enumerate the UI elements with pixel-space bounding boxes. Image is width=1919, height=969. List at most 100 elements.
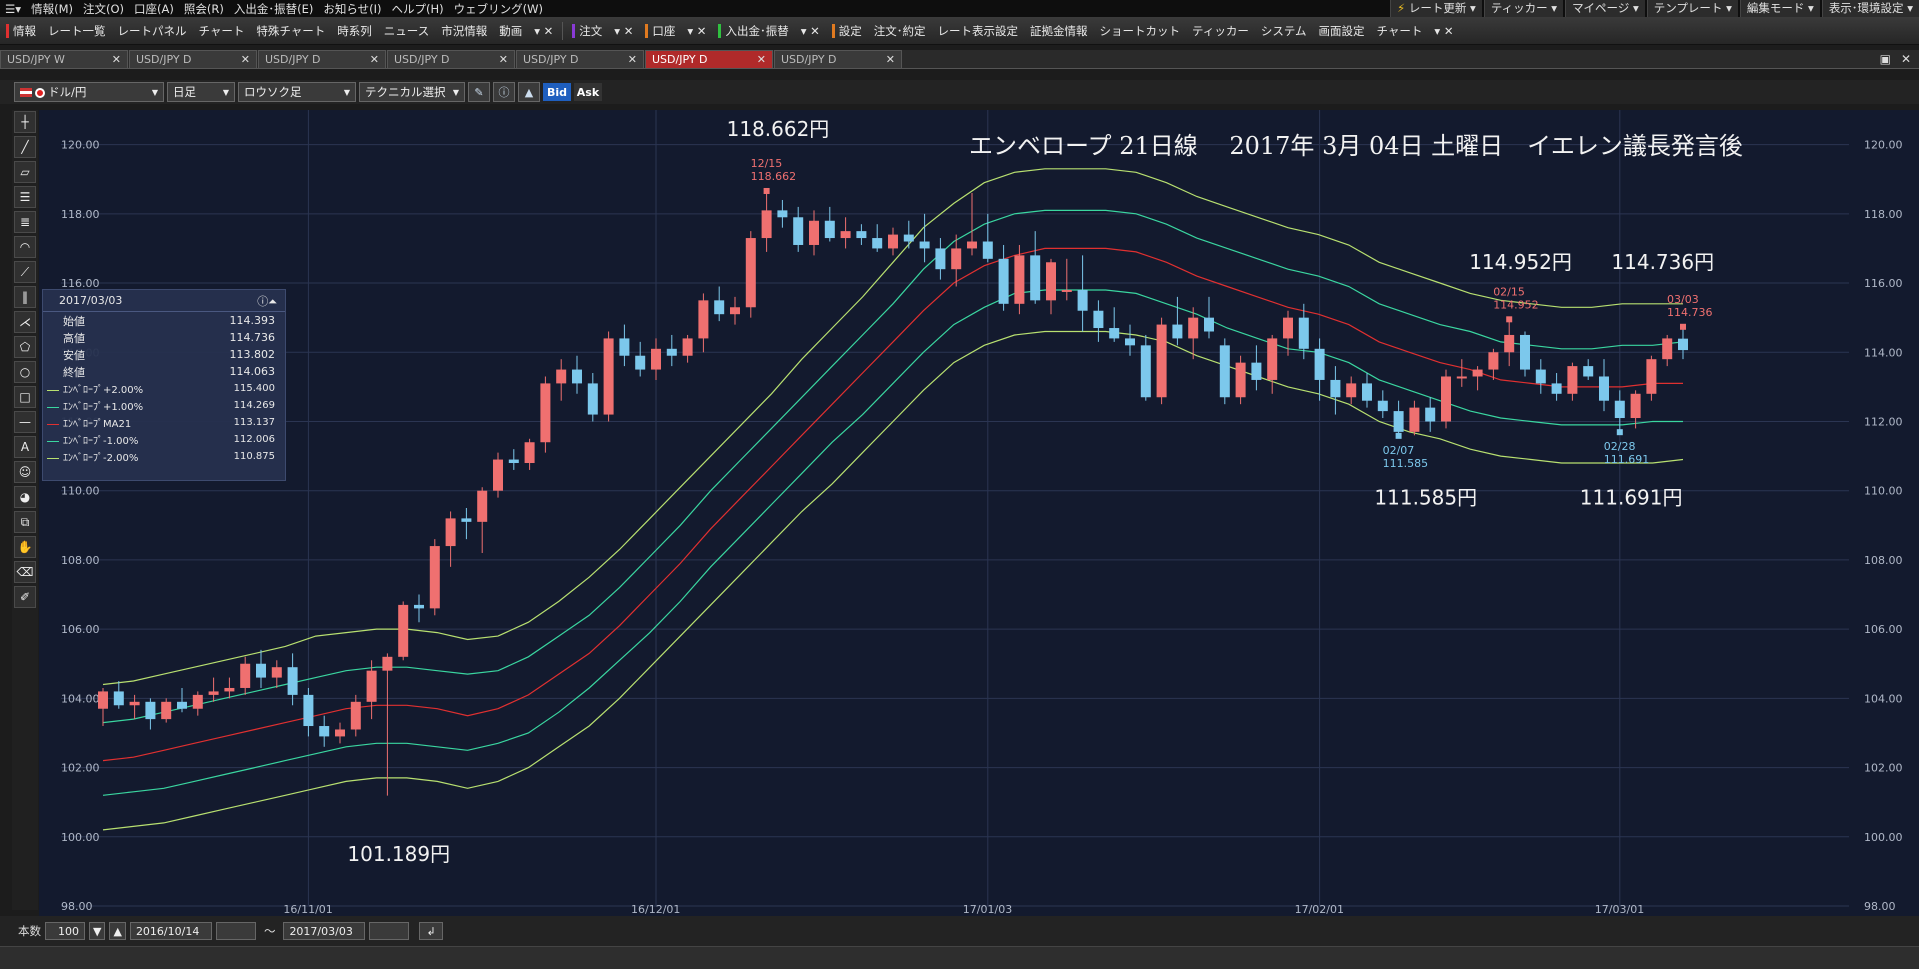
copy-icon[interactable]: ⧉ [14,511,36,533]
toolbar-special-chart[interactable]: 特殊チャート [250,23,331,39]
menu-icon[interactable]: ☰▾ [0,2,26,16]
toolbar-deposit-button[interactable]: 入出金･振替 [712,23,794,39]
toolbar-more-icon[interactable]: ▾ ✕ [681,24,712,38]
ask-button[interactable]: Ask [574,83,602,101]
to-date-input[interactable]: 2017/03/03 [283,922,366,940]
tab-chart-4[interactable]: USD/JPY D ✕ [516,50,644,68]
maximize-icon[interactable]: ▣ [1880,52,1891,66]
toolbar-timeseries[interactable]: 時系列 [331,23,378,39]
tab-chart-6[interactable]: USD/JPY D ✕ [774,50,902,68]
paint-icon[interactable]: ◕ [14,486,36,508]
technical-select[interactable]: テクニカル選択 ▼ [359,82,465,102]
emoji-icon[interactable]: ☺ [14,461,36,483]
edit-mode-button[interactable]: 編集モード ▾ [1739,0,1820,17]
fan-icon[interactable]: ⟋ [14,261,36,283]
hand-icon[interactable]: ✋ [14,536,36,558]
toolbar-account-button[interactable]: 口座 [639,23,681,39]
ticker-button[interactable]: ティッカー ▾ [1483,0,1564,17]
candlestick-chart[interactable]: 98.00 98.00 100.00 100.00 102.00 102.00 104.00… [39,110,1919,916]
toolbar-order-execution[interactable]: 注文･約定 [868,23,932,39]
toolbar-system[interactable]: システム [1255,23,1313,39]
toolbar-market[interactable]: 市況情報 [435,23,493,39]
tab-chart-3[interactable]: USD/JPY D ✕ [387,50,515,68]
to-time-input[interactable] [369,922,410,940]
area-chart-icon[interactable]: ▲ [518,82,540,102]
tab-close-icon[interactable]: ✕ [628,53,637,66]
menu-item-order[interactable]: 注文(O) [78,1,129,17]
count-input[interactable]: 100 [45,922,85,940]
eraser-all-icon[interactable]: ✐ [14,586,36,608]
toolbar-settings-button[interactable]: 設定 [826,23,868,39]
toolbar-margin-info[interactable]: 証拠金情報 [1024,23,1094,39]
toolbar-shortcut[interactable]: ショートカット [1094,23,1187,39]
toolbar-more-icon[interactable]: ▾ ✕ [1428,24,1459,38]
timeframe-select[interactable]: 日足 ▼ [167,82,235,102]
chart-type-select[interactable]: ロウソク足 ▼ [238,82,356,102]
toolbar-more-icon[interactable]: ▾ ✕ [608,24,639,38]
currency-pair-select[interactable]: ドル/円 ▼ [14,82,164,102]
arc-icon[interactable]: ◠ [14,236,36,258]
circle-icon[interactable]: ○ [14,361,36,383]
tab-chart-5[interactable]: USD/JPY D ✕ [645,50,773,68]
eraser-icon[interactable]: ⌫ [14,561,36,583]
tab-close-icon[interactable]: ✕ [370,53,379,66]
chart-area[interactable]: 98.00 98.00 100.00 100.00 102.00 102.00 104.00… [39,110,1919,916]
ohlc-info-box[interactable]: 2017/03/03 ⓘ⏶ 始値 114.393 高値 114.736 安値 113.80… [42,289,286,481]
candle-body [1219,345,1230,398]
crosshair-icon[interactable]: ┼ [14,111,36,133]
vertical-lines-icon[interactable]: ‖ [14,286,36,308]
rate-update-button[interactable]: ⚡ レート更新 ▾ [1390,0,1482,17]
toolbar-more-icon[interactable]: ▾ ✕ [795,24,826,38]
text-icon[interactable]: A [14,436,36,458]
menu-item-deposit[interactable]: 入出金･振替(E) [229,1,319,17]
tab-close-icon[interactable]: ✕ [499,53,508,66]
toolbar-info[interactable]: 情報 [0,23,42,39]
info-icon[interactable]: ⓘ [493,82,515,102]
toolbar-screen-settings[interactable]: 画面設定 [1313,23,1371,39]
toolbar-more-icon[interactable]: ▾ ✕ [528,24,559,38]
tab-close-icon[interactable]: ✕ [757,53,766,66]
y-tick-label-right: 100.00 [1864,831,1903,844]
menu-item-account[interactable]: 口座(A) [129,1,179,17]
template-button[interactable]: テンプレート ▾ [1646,0,1738,17]
tab-close-icon[interactable]: ✕ [886,53,895,66]
from-time-input[interactable] [215,922,256,940]
tab-close-icon[interactable]: ✕ [241,53,250,66]
toolbar-rate-display[interactable]: レート表示設定 [932,23,1025,39]
tab-chart-0[interactable]: USD/JPY W ✕ [0,50,128,68]
menu-item-help[interactable]: ヘルプ(H) [386,1,448,17]
hline-icon[interactable]: — [14,411,36,433]
toolbar-chart-settings[interactable]: チャート [1371,23,1429,39]
rectangle-icon[interactable]: □ [14,386,36,408]
fibonacci-icon[interactable]: ≣ [14,211,36,233]
pen-icon[interactable]: ✎ [468,82,490,102]
info-icon[interactable]: ⓘ⏶ [257,293,277,309]
toolbar-news[interactable]: ニュース [378,23,435,39]
toolbar-rate-list[interactable]: レート一覧 [42,23,112,39]
from-date-input[interactable]: 2016/10/14 [129,922,212,940]
ruler-icon[interactable]: ▱ [14,161,36,183]
tab-chart-2[interactable]: USD/JPY D ✕ [258,50,386,68]
reset-icon[interactable]: ↲ [419,922,443,940]
toolbar-order-button[interactable]: 注文 [566,23,608,39]
pitchfork-icon[interactable]: ⋌ [14,311,36,333]
close-icon[interactable]: ✕ [1901,52,1911,66]
display-settings-button[interactable]: 表示･環境設定 ▾ [1821,0,1919,17]
menu-item-webring[interactable]: ウェブリング(W) [449,1,548,17]
tab-close-icon[interactable]: ✕ [112,53,121,66]
toolbar-chart[interactable]: チャート [193,23,251,39]
mypage-button[interactable]: マイページ ▾ [1565,0,1645,17]
bid-button[interactable]: Bid [543,83,571,101]
menu-item-notice[interactable]: お知らせ(I) [318,1,386,17]
tab-chart-1[interactable]: USD/JPY D ✕ [129,50,257,68]
count-down-icon[interactable]: ▼ [89,922,106,940]
trendline-icon[interactable]: ╱ [14,136,36,158]
horizontal-lines-icon[interactable]: ☰ [14,186,36,208]
toolbar-video[interactable]: 動画 [493,23,528,39]
toolbar-rate-panel[interactable]: レートパネル [112,23,193,39]
menu-item-inquiry[interactable]: 照会(R) [179,1,229,17]
menu-item-info[interactable]: 情報(M) [26,1,78,17]
count-up-icon[interactable]: ▲ [109,922,126,940]
toolbar-ticker[interactable]: ティッカー [1186,23,1255,39]
pentagon-icon[interactable]: ⬠ [14,336,36,358]
